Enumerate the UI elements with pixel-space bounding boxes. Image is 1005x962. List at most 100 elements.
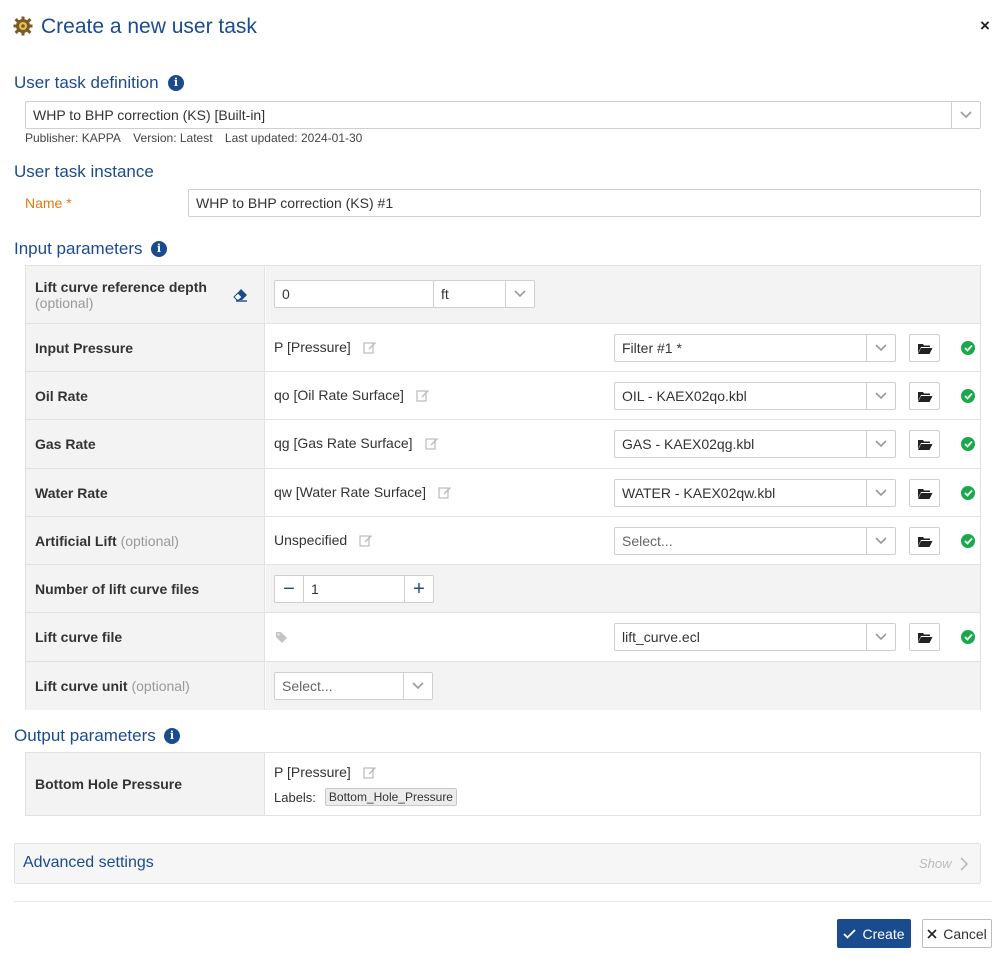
param-label: Water Rate: [26, 469, 265, 516]
param-value-cell: 0 ft: [266, 266, 980, 323]
label-tag[interactable]: Bottom_Hole_Pressure: [324, 788, 457, 806]
source-select[interactable]: Select...: [614, 527, 896, 555]
source-select-value: Select...: [622, 533, 673, 549]
updated-text: Last updated: 2024-01-30: [224, 131, 363, 145]
name-input[interactable]: WHP to BHP correction (KS) #1: [188, 189, 981, 217]
optional-text: (optional): [35, 294, 94, 311]
output-parameters-table: Bottom Hole Pressure P [Pressure] Labels…: [25, 752, 981, 816]
definition-select[interactable]: WHP to BHP correction (KS) [Built-in]: [25, 101, 981, 129]
depth-input[interactable]: 0: [274, 280, 434, 308]
source-select-value: WATER - KAEX02qw.kbl: [622, 485, 776, 501]
check-circle-icon: [961, 534, 975, 548]
param-value-cell: Select...: [266, 662, 980, 710]
table-row: Oil Rate qo [Oil Rate Surface] OIL - KAE…: [26, 372, 980, 420]
labels-row: Labels: Bottom_Hole_Pressure: [274, 788, 457, 806]
publisher-text: Publisher: KAPPA: [25, 131, 121, 145]
browse-button[interactable]: [909, 479, 940, 507]
param-value-cell: qo [Oil Rate Surface] OIL - KAEX02qo.kbl: [266, 372, 980, 419]
show-toggle[interactable]: Show: [919, 856, 952, 871]
eraser-icon[interactable]: [233, 288, 248, 302]
chevron-down-icon[interactable]: [866, 383, 895, 409]
table-row: Lift curve unit (optional) Select...: [26, 662, 980, 710]
cancel-button-label: Cancel: [943, 925, 987, 942]
advanced-settings-panel[interactable]: Advanced settings Show: [14, 843, 981, 884]
quantity-input[interactable]: 1: [303, 576, 405, 602]
param-value: qo [Oil Rate Surface]: [274, 387, 430, 403]
source-select[interactable]: OIL - KAEX02qo.kbl: [614, 382, 896, 410]
param-value-text: P [Pressure]: [274, 764, 351, 780]
chevron-down-icon[interactable]: [866, 480, 895, 506]
check-circle-icon: [961, 341, 975, 355]
param-value-text: qg [Gas Rate Surface]: [274, 435, 413, 451]
param-value-text: qo [Oil Rate Surface]: [274, 387, 404, 403]
info-icon[interactable]: i: [168, 75, 184, 91]
chevron-down-icon[interactable]: [866, 431, 895, 457]
param-value-cell: P [Pressure] Labels: Bottom_Hole_Pressur…: [266, 753, 980, 815]
source-select[interactable]: Filter #1 *: [614, 334, 896, 362]
increment-button[interactable]: +: [405, 576, 433, 602]
check-circle-icon: [961, 486, 975, 500]
table-row: Lift curve reference depth (optional) 0 …: [26, 266, 980, 324]
version-text: Version: Latest: [133, 131, 213, 145]
edit-icon[interactable]: [363, 765, 377, 779]
info-icon[interactable]: i: [164, 728, 180, 744]
param-value-cell: lift_curve.ecl: [266, 613, 980, 661]
lift-curve-unit-select[interactable]: Select...: [274, 672, 433, 700]
browse-button[interactable]: [909, 430, 940, 458]
browse-button[interactable]: [909, 334, 940, 362]
edit-icon[interactable]: [424, 436, 439, 450]
required-mark: *: [66, 195, 72, 211]
advanced-settings-title: Advanced settings: [23, 854, 154, 871]
optional-text: (optional): [120, 532, 179, 549]
param-label-text: Input Pressure: [35, 339, 134, 356]
section-title-definition: User task definition: [14, 73, 159, 92]
param-value-text: qw [Water Rate Surface]: [274, 484, 426, 500]
source-select[interactable]: GAS - KAEX02qg.kbl: [614, 430, 896, 458]
quantity-stepper[interactable]: − 1 +: [274, 575, 434, 603]
param-label-text: Number of lift curve files: [35, 580, 200, 597]
param-value: qg [Gas Rate Surface]: [274, 435, 439, 451]
definition-meta: Publisher: KAPPA Version: Latest Last up…: [25, 131, 371, 145]
chevron-down-icon[interactable]: [505, 281, 534, 307]
section-title-instance: User task instance: [14, 162, 154, 181]
chevron-right-icon: [960, 857, 968, 871]
cancel-button[interactable]: Cancel: [922, 919, 992, 948]
param-label-text: Water Rate: [35, 484, 108, 501]
table-row: Input Pressure P [Pressure] Filter #1 *: [26, 324, 980, 372]
create-button-label: Create: [862, 925, 905, 942]
chevron-down-icon[interactable]: [866, 335, 895, 361]
param-label-text: Lift curve unit: [35, 678, 128, 694]
param-label-text: Lift curve reference depth: [35, 278, 207, 295]
chevron-down-icon[interactable]: [866, 624, 895, 650]
chevron-down-icon[interactable]: [866, 528, 895, 554]
edit-icon[interactable]: [416, 388, 430, 402]
param-value-text: Unspecified: [274, 532, 348, 548]
info-icon[interactable]: i: [151, 241, 167, 257]
chevron-down-icon[interactable]: [951, 102, 980, 128]
param-label: Gas Rate: [26, 420, 265, 468]
input-parameters-table: Lift curve reference depth (optional) 0 …: [25, 265, 981, 710]
param-value-cell: − 1 +: [266, 565, 980, 612]
source-select[interactable]: WATER - KAEX02qw.kbl: [614, 479, 896, 507]
source-select-value: Filter #1 *: [622, 340, 682, 356]
edit-icon[interactable]: [363, 340, 377, 354]
create-button[interactable]: Create: [837, 919, 911, 948]
param-label: Artificial Lift (optional): [26, 517, 265, 564]
browse-button[interactable]: [909, 382, 940, 410]
section-title-output: Output parameters: [14, 726, 156, 745]
close-button[interactable]: ×: [980, 16, 990, 36]
browse-button[interactable]: [909, 527, 940, 555]
source-select-value: lift_curve.ecl: [622, 629, 700, 645]
unit-select[interactable]: ft: [433, 280, 535, 308]
edit-icon[interactable]: [438, 485, 452, 499]
param-value: Unspecified: [274, 532, 373, 548]
browse-button[interactable]: [909, 623, 940, 651]
section-title-input: Input parameters: [14, 239, 143, 258]
lift-curve-file-select[interactable]: lift_curve.ecl: [614, 623, 896, 651]
check-circle-icon: [961, 389, 975, 403]
param-label-text: Lift curve file: [35, 629, 123, 645]
decrement-button[interactable]: −: [275, 576, 303, 602]
table-row: Gas Rate qg [Gas Rate Surface] GAS - KAE…: [26, 420, 980, 469]
chevron-down-icon[interactable]: [403, 673, 432, 699]
edit-icon[interactable]: [359, 533, 373, 547]
